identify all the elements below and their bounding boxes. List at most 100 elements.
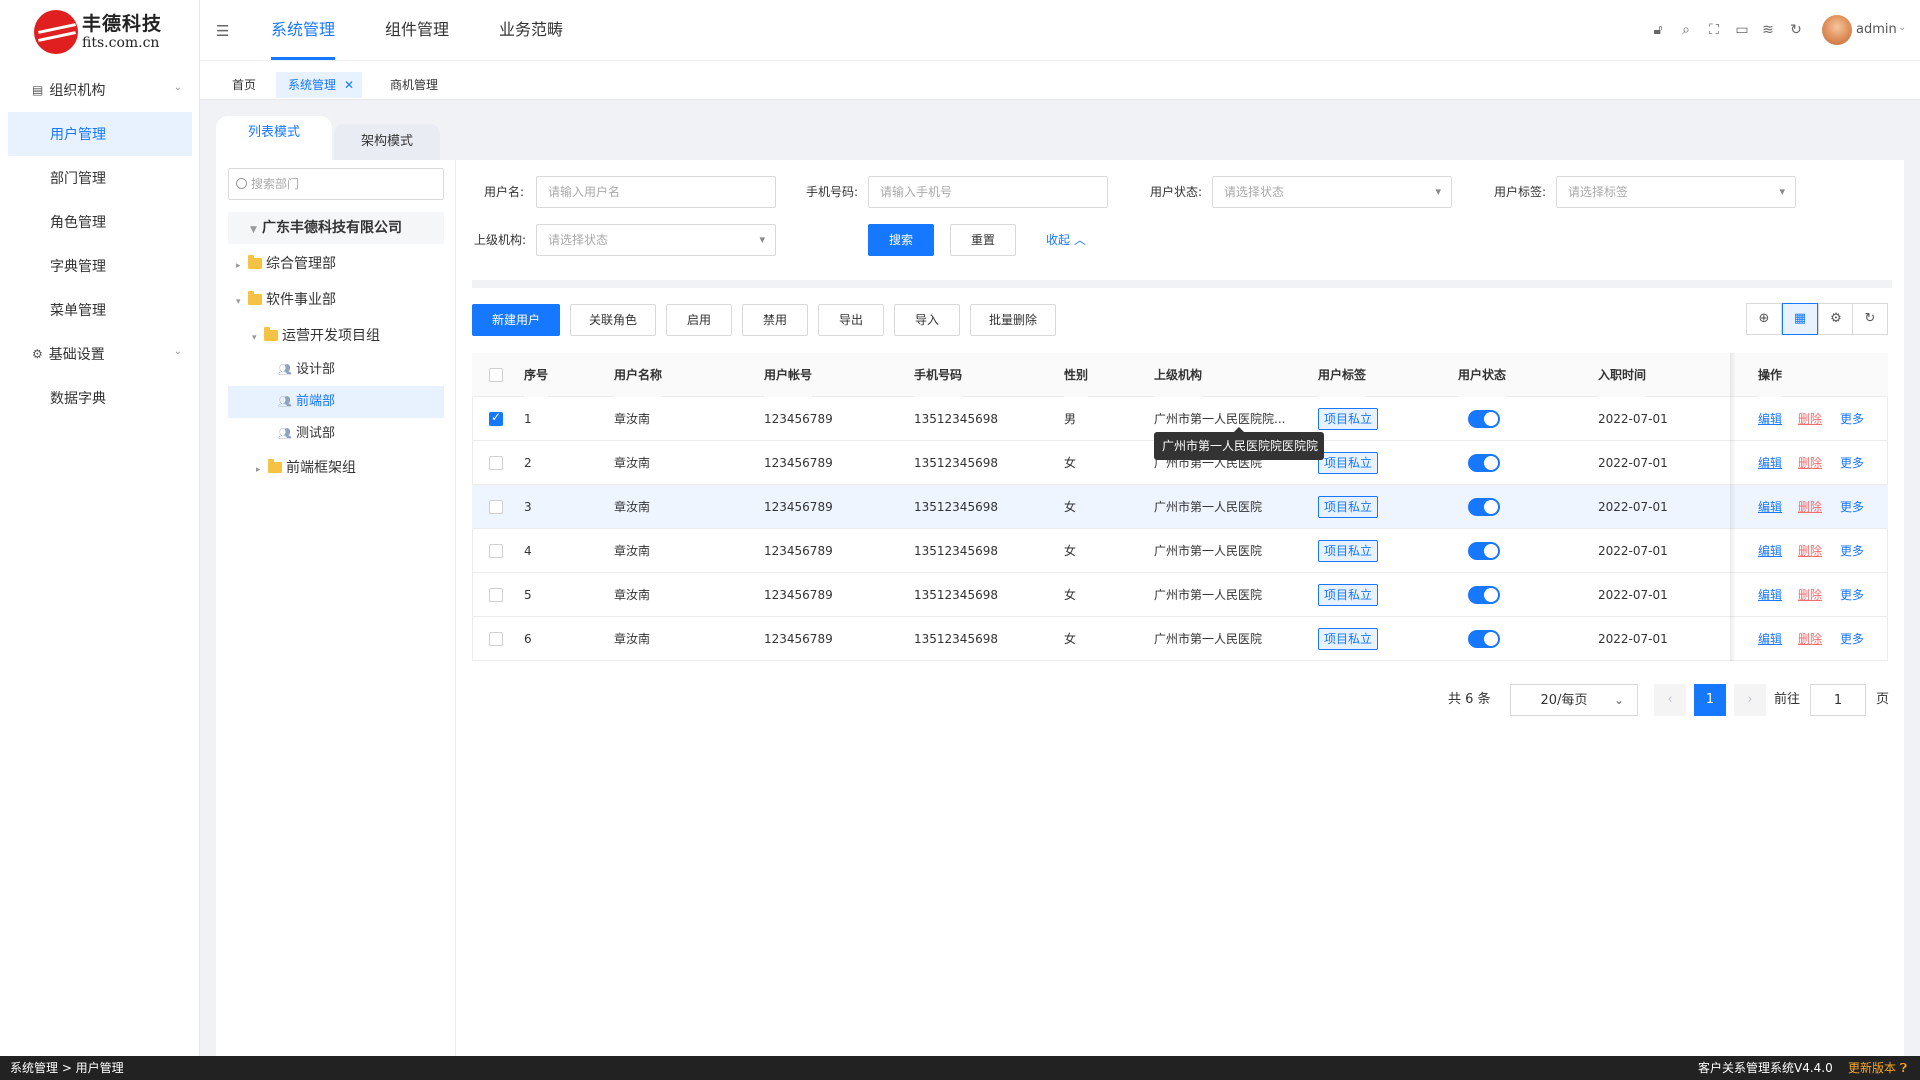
next-page-button[interactable]: › — [1734, 684, 1766, 716]
status-toggle[interactable] — [1468, 630, 1500, 648]
prev-page-button[interactable]: ‹ — [1654, 684, 1686, 716]
sidebar-item-departments[interactable]: 部门管理 — [8, 156, 192, 200]
brand-domain: fits.com.cn — [82, 35, 160, 51]
cell-phone: 13512345698 — [914, 456, 998, 470]
tab-list-mode[interactable]: 列表模式 — [216, 116, 332, 160]
department-search-input[interactable]: 搜索部门 — [228, 168, 444, 200]
tree-node-software-division[interactable]: ▾ 软件事业部 — [236, 284, 336, 316]
user-tag-badge: 项目私立 — [1318, 496, 1379, 518]
update-version-link[interactable]: 更新版本 ❓︎ — [1848, 1056, 1907, 1080]
import-button[interactable]: 导入 — [894, 304, 960, 336]
sidebar-item-roles[interactable]: 角色管理 — [8, 200, 192, 244]
tree-node-frontend-framework[interactable]: ▸ 前端框架组 — [256, 452, 356, 484]
th-no: 序号 — [524, 353, 549, 397]
edit-link[interactable]: 编辑 — [1758, 441, 1782, 485]
tree-node-ops-dev-group[interactable]: ▾ 运营开发项目组 — [252, 320, 380, 352]
sidebar-group-settings[interactable]: ⚙ 基础设置 ⌄ — [0, 332, 200, 376]
disable-button[interactable]: 禁用 — [742, 304, 808, 336]
chevron-down-icon[interactable]: ⌄ — [1898, 22, 1906, 33]
lock-icon[interactable]: 🔓︎ — [1650, 22, 1666, 38]
tree-node-label: 前端框架组 — [286, 460, 356, 476]
delete-link[interactable]: 删除 — [1798, 617, 1822, 661]
pagination-total: 共 6 条 — [1448, 692, 1491, 707]
zoom-icon[interactable]: ⊕ — [1746, 303, 1782, 335]
search-icon[interactable]: ⌕ — [1678, 22, 1694, 38]
status-toggle[interactable] — [1468, 410, 1500, 428]
settings-sliders-icon[interactable]: ≋ — [1760, 22, 1776, 38]
username-input[interactable]: 请输入用户名 — [536, 176, 776, 208]
row-checkbox[interactable] — [489, 500, 503, 514]
tab-architecture-mode[interactable]: 架构模式 — [334, 124, 440, 160]
search-button[interactable]: 搜索 — [868, 224, 934, 256]
row-checkbox[interactable] — [489, 588, 503, 602]
more-link[interactable]: 更多 — [1840, 529, 1864, 573]
delete-link[interactable]: 删除 — [1798, 529, 1822, 573]
org-select[interactable]: 请选择状态 — [536, 224, 776, 256]
sidebar-item-users[interactable]: 用户管理 — [8, 112, 192, 156]
edit-link[interactable]: 编辑 — [1758, 573, 1782, 617]
row-checkbox[interactable] — [489, 456, 503, 470]
user-name[interactable]: admin — [1856, 22, 1897, 37]
more-link[interactable]: 更多 — [1840, 485, 1864, 529]
collapse-link[interactable]: 收起 ︿ — [1046, 224, 1086, 256]
status-toggle[interactable] — [1468, 454, 1500, 472]
edit-link[interactable]: 编辑 — [1758, 529, 1782, 573]
brand-logo[interactable]: 丰德科技 fits.com.cn — [34, 10, 184, 54]
tree-node-design[interactable]: 👥︎ 设计部 — [228, 354, 444, 386]
density-icon[interactable]: ▦ — [1782, 303, 1818, 335]
row-checkbox[interactable] — [489, 544, 503, 558]
close-icon[interactable]: ✕ — [344, 72, 354, 98]
delete-link[interactable]: 删除 — [1798, 441, 1822, 485]
tree-node-label: 前端部 — [295, 394, 335, 409]
status-toggle[interactable] — [1468, 586, 1500, 604]
more-link[interactable]: 更多 — [1840, 397, 1864, 441]
nav-business-scope[interactable]: 业务范畴 — [499, 0, 563, 60]
page-tab-opportunity[interactable]: 商机管理 — [378, 72, 450, 98]
message-icon[interactable]: ▭ — [1734, 22, 1750, 38]
sidebar-group-org[interactable]: ▤ 组织机构 ⌄ — [0, 68, 200, 112]
delete-link[interactable]: 删除 — [1798, 573, 1822, 617]
tree-node-frontend[interactable]: 👥︎ 前端部 — [228, 386, 444, 418]
row-checkbox[interactable] — [489, 632, 503, 646]
tag-select[interactable]: 请选择标签 — [1556, 176, 1796, 208]
edit-link[interactable]: 编辑 — [1758, 617, 1782, 661]
more-link[interactable]: 更多 — [1840, 617, 1864, 661]
refresh-icon[interactable]: ↻ — [1788, 22, 1804, 38]
new-user-button[interactable]: 新建用户 — [472, 304, 560, 336]
page-tab-home[interactable]: 首页 — [220, 72, 268, 98]
edit-link[interactable]: 编辑 — [1758, 397, 1782, 441]
sidebar-item-dictionary[interactable]: 字典管理 — [8, 244, 192, 288]
tree-node-root[interactable]: ▼ 广东丰德科技有限公司 — [228, 212, 444, 244]
fullscreen-icon[interactable]: ⛶ — [1706, 22, 1722, 38]
nav-system-management[interactable]: 系统管理 — [271, 0, 336, 60]
tree-node-testing[interactable]: 👥︎ 测试部 — [228, 418, 444, 450]
edit-link[interactable]: 编辑 — [1758, 485, 1782, 529]
tree-node-general-mgmt[interactable]: ▸ 综合管理部 — [236, 248, 336, 280]
export-button[interactable]: 导出 — [818, 304, 884, 336]
goto-page-input[interactable]: 1 — [1810, 684, 1866, 716]
avatar[interactable] — [1822, 15, 1852, 45]
status-toggle[interactable] — [1468, 498, 1500, 516]
nav-component-management[interactable]: 组件管理 — [385, 0, 449, 60]
column-settings-icon[interactable]: ⚙ — [1818, 303, 1854, 335]
sidebar-item-data-dictionary[interactable]: 数据字典 — [8, 376, 192, 420]
reset-button[interactable]: 重置 — [950, 224, 1016, 256]
enable-button[interactable]: 启用 — [666, 304, 732, 336]
status-toggle[interactable] — [1468, 542, 1500, 560]
refresh-icon[interactable]: ↻ — [1852, 303, 1888, 335]
batch-delete-button[interactable]: 批量删除 — [970, 304, 1056, 336]
menu-toggle-icon[interactable]: ☰ — [216, 22, 230, 40]
phone-input[interactable]: 请输入手机号 — [868, 176, 1108, 208]
page-number-button[interactable]: 1 — [1694, 684, 1726, 716]
delete-link[interactable]: 删除 — [1798, 485, 1822, 529]
more-link[interactable]: 更多 — [1840, 573, 1864, 617]
delete-link[interactable]: 删除 — [1798, 397, 1822, 441]
status-select[interactable]: 请选择状态 — [1212, 176, 1452, 208]
row-checkbox[interactable] — [489, 410, 503, 426]
sidebar-item-menus[interactable]: 菜单管理 — [8, 288, 192, 332]
page-tab-system[interactable]: 系统管理 ✕ — [276, 72, 363, 98]
select-all-checkbox[interactable] — [489, 368, 503, 382]
link-role-button[interactable]: 关联角色 — [570, 304, 656, 336]
more-link[interactable]: 更多 — [1840, 441, 1864, 485]
cell-org: 广州市第一人民医院 — [1154, 588, 1263, 602]
